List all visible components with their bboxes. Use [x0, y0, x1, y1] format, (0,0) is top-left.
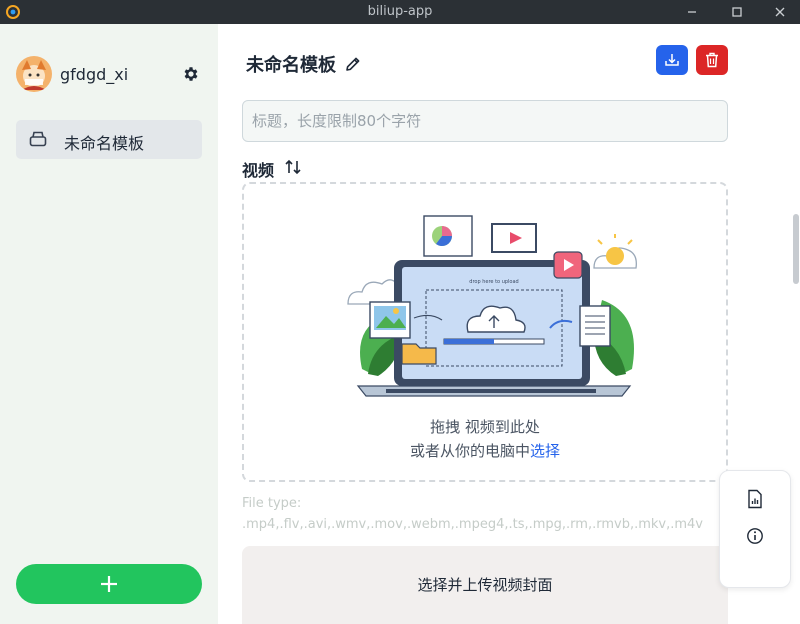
- maximize-button[interactable]: [717, 0, 757, 24]
- page-title: 未命名模板: [246, 55, 336, 76]
- sidebar: gfdgd_xi 未命名模板: [0, 24, 218, 624]
- download-icon: [665, 54, 679, 66]
- minimize-button[interactable]: [672, 0, 712, 24]
- minimize-icon: [688, 11, 696, 13]
- main-panel: 未命名模板 视频: [218, 24, 800, 624]
- username: gfdgd_xi: [60, 65, 129, 84]
- file-type-label: File type:: [242, 496, 302, 511]
- delete-template-button[interactable]: [696, 45, 728, 75]
- trash-icon: [706, 52, 718, 68]
- sort-icon[interactable]: [284, 158, 302, 176]
- window-titlebar: biliup-app: [0, 0, 800, 24]
- plus-icon: [101, 576, 117, 592]
- drop-hint-primary: 拖拽 视频到此处: [430, 418, 540, 436]
- close-icon: [775, 7, 785, 17]
- close-button[interactable]: [760, 0, 800, 24]
- illustration-caption: drop here to upload: [469, 279, 518, 285]
- box-icon: [29, 131, 47, 147]
- cover-upload-button[interactable]: 选择并上传视频封面: [242, 546, 728, 624]
- avatar-image: [16, 56, 52, 92]
- video-section-label: 视频: [242, 161, 275, 180]
- sidebar-item-label: 未命名模板: [64, 134, 145, 153]
- gear-icon[interactable]: [182, 65, 200, 83]
- video-dropzone[interactable]: drop here to upload 拖拽 视频到此处 或者从你的电脑中选择: [242, 182, 728, 482]
- floating-action-panel: [719, 470, 791, 588]
- avatar[interactable]: [16, 56, 52, 92]
- main-scrollbar[interactable]: [792, 24, 800, 624]
- select-file-link[interactable]: 选择: [530, 442, 560, 460]
- report-icon[interactable]: [746, 489, 764, 509]
- info-icon[interactable]: [746, 527, 764, 545]
- sidebar-item-template[interactable]: 未命名模板: [16, 120, 202, 159]
- add-template-button[interactable]: [16, 564, 202, 604]
- maximize-icon: [732, 7, 742, 17]
- file-type-list: .mp4,.flv,.avi,.wmv,.mov,.webm,.mpeg4,.t…: [242, 517, 703, 532]
- title-input[interactable]: [242, 100, 728, 142]
- upload-illustration: drop here to upload: [347, 215, 637, 397]
- save-template-button[interactable]: [656, 45, 688, 75]
- drop-hint-text: 或者从你的电脑中: [409, 442, 530, 460]
- drop-hint-secondary: 或者从你的电脑中选择: [244, 440, 726, 461]
- scrollbar-thumb[interactable]: [793, 214, 799, 284]
- user-profile: gfdgd_xi: [16, 56, 206, 92]
- cover-upload-label: 选择并上传视频封面: [417, 576, 553, 594]
- pencil-icon[interactable]: [344, 55, 362, 73]
